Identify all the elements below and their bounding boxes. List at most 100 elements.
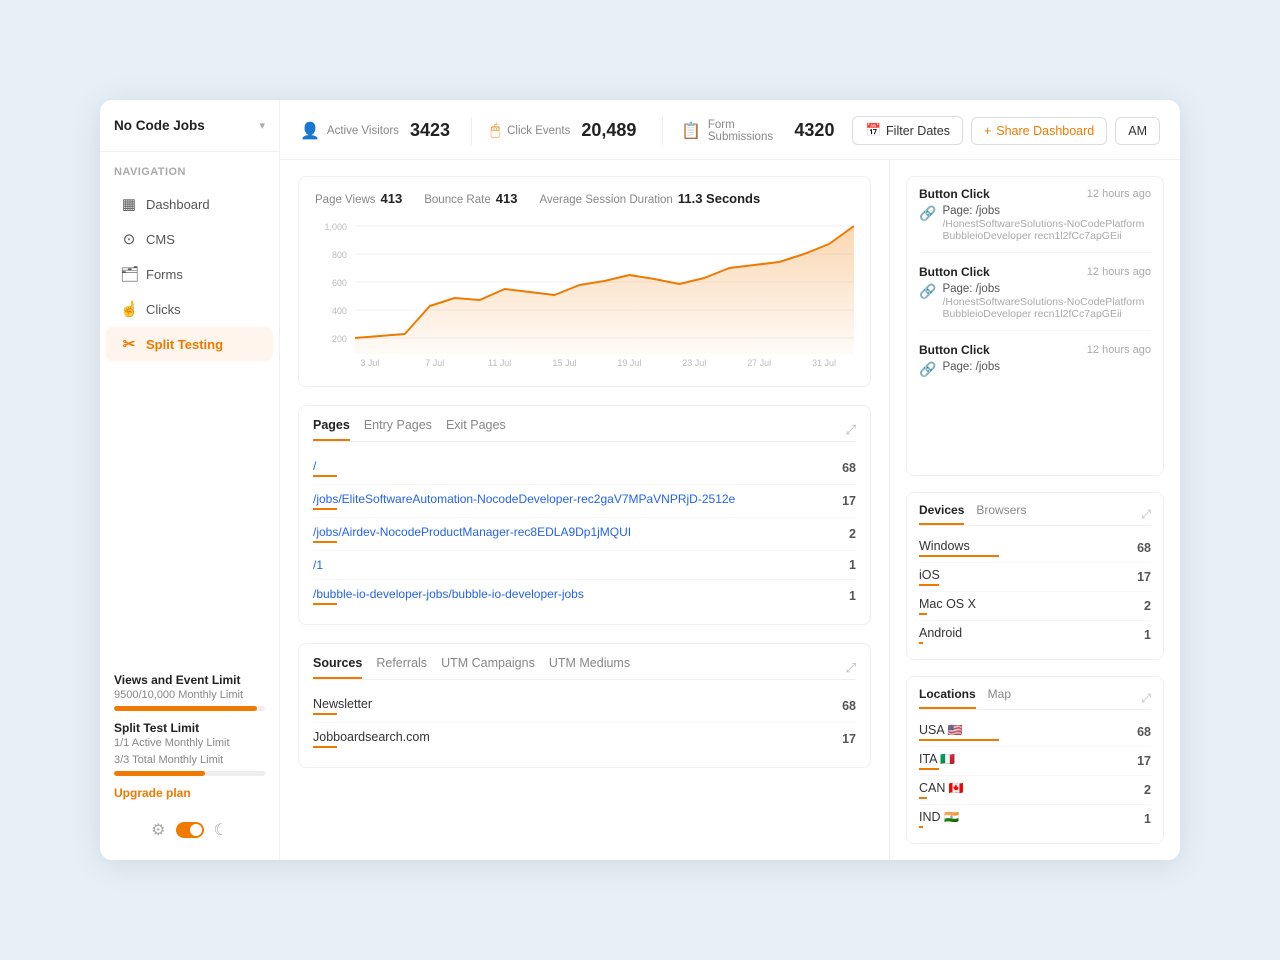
dashboard-icon: ▦ bbox=[120, 195, 138, 213]
sources-section-tabs: Sources Referrals UTM Campaigns UTM Medi… bbox=[313, 656, 856, 680]
page-link[interactable]: / bbox=[313, 459, 316, 473]
locations-table: USA 🇺🇸 68 ITA 🇮🇹 17 bbox=[919, 718, 1151, 833]
device-bar bbox=[919, 584, 939, 586]
event-time: 12 hours ago bbox=[1087, 188, 1151, 200]
brand-name: No Code Jobs bbox=[114, 118, 205, 133]
device-bar bbox=[919, 642, 923, 644]
sidebar-item-clicks[interactable]: ☝ Clicks bbox=[106, 292, 273, 326]
location-label: ITA 🇮🇹 bbox=[919, 752, 955, 766]
expand-icon[interactable]: ⤢ bbox=[846, 660, 856, 676]
expand-icon[interactable]: ⤢ bbox=[1141, 507, 1151, 522]
tab-exit-pages[interactable]: Exit Pages bbox=[446, 418, 506, 441]
device-label: Windows bbox=[919, 539, 970, 553]
moon-icon[interactable]: ☾ bbox=[214, 820, 228, 840]
row-underline bbox=[313, 746, 337, 748]
tab-referrals[interactable]: Referrals bbox=[376, 656, 427, 679]
device-bar bbox=[919, 613, 927, 615]
tab-locations[interactable]: Locations bbox=[919, 687, 976, 709]
location-label: CAN 🇨🇦 bbox=[919, 781, 964, 795]
svg-text:19 Jul: 19 Jul bbox=[617, 358, 641, 368]
tab-sources[interactable]: Sources bbox=[313, 656, 362, 679]
row-underline bbox=[313, 508, 337, 510]
device-count: 1 bbox=[1144, 628, 1151, 642]
table-row: Jobboardsearch.com 17 bbox=[313, 723, 856, 755]
device-count: 2 bbox=[1144, 599, 1151, 613]
device-label: iOS bbox=[919, 568, 940, 582]
stat-active-visitors: 👤 Active Visitors 3423 bbox=[300, 120, 453, 141]
location-bar bbox=[919, 826, 923, 828]
tab-entry-pages[interactable]: Entry Pages bbox=[364, 418, 432, 441]
page-link[interactable]: /bubble-io-developer-jobs/bubble-io-deve… bbox=[313, 587, 584, 601]
location-bar bbox=[919, 768, 939, 770]
page-link[interactable]: /1 bbox=[313, 558, 323, 572]
sidebar-brand[interactable]: No Code Jobs ▾ bbox=[100, 118, 279, 152]
sidebar-item-dashboard[interactable]: ▦ Dashboard bbox=[106, 187, 273, 221]
active-visitors-icon: 👤 bbox=[300, 121, 320, 141]
event-page: Page: /jobs bbox=[942, 205, 1151, 217]
event-title: Button Click bbox=[919, 265, 990, 279]
share-dashboard-button[interactable]: + Share Dashboard bbox=[971, 117, 1107, 145]
row-underline bbox=[313, 475, 337, 477]
flag-ita: 🇮🇹 bbox=[940, 752, 955, 766]
sidebar-bottom-icons: ⚙ ☾ bbox=[100, 812, 279, 844]
filter-dates-button[interactable]: 📅 Filter Dates bbox=[852, 116, 962, 145]
svg-text:1,000: 1,000 bbox=[324, 222, 346, 232]
device-count: 68 bbox=[1137, 541, 1151, 555]
event-icon: 🔗 bbox=[919, 205, 936, 222]
page-link[interactable]: /jobs/Airdev-NocodeProductManager-rec8ED… bbox=[313, 525, 631, 539]
location-count: 1 bbox=[1144, 812, 1151, 826]
device-bar bbox=[919, 555, 999, 557]
chart-svg: 1,000 800 600 400 200 3 Jul 7 Jul 11 Jul… bbox=[315, 216, 854, 376]
chart-stats-row: Page Views 413 Bounce Rate 413 Average S… bbox=[315, 191, 854, 206]
tab-map[interactable]: Map bbox=[988, 687, 1011, 709]
device-label: Android bbox=[919, 626, 962, 640]
svg-text:15 Jul: 15 Jul bbox=[553, 358, 577, 368]
topbar-actions: 📅 Filter Dates + Share Dashboard AM bbox=[852, 116, 1160, 145]
events-section: Button Click 12 hours ago 🔗 Page: /jobs … bbox=[906, 176, 1164, 476]
event-item: Button Click 12 hours ago 🔗 Page: /jobs bbox=[919, 343, 1151, 388]
expand-icon[interactable]: ⤢ bbox=[846, 422, 856, 438]
divider bbox=[662, 117, 663, 145]
pages-table-section: Pages Entry Pages Exit Pages ⤢ / 68 bbox=[298, 405, 871, 625]
sidebar-item-cms[interactable]: ⊙ CMS bbox=[106, 222, 273, 256]
event-item: Button Click 12 hours ago 🔗 Page: /jobs … bbox=[919, 265, 1151, 331]
col-side: Button Click 12 hours ago 🔗 Page: /jobs … bbox=[890, 160, 1180, 860]
event-url: /HonestSoftwareSolutions-NoCodePlatformB… bbox=[942, 218, 1151, 242]
table-row: Newsletter 68 bbox=[313, 690, 856, 723]
sources-table-section: Sources Referrals UTM Campaigns UTM Medi… bbox=[298, 643, 871, 768]
tab-utm-mediums[interactable]: UTM Mediums bbox=[549, 656, 630, 679]
sidebar-item-split-testing[interactable]: ✂ Split Testing bbox=[106, 327, 273, 361]
tab-pages[interactable]: Pages bbox=[313, 418, 350, 441]
app-container: No Code Jobs ▾ Navigation ▦ Dashboard ⊙ … bbox=[100, 100, 1180, 860]
stat-form-submissions: 📋 Form Submissions 4320 bbox=[681, 119, 834, 143]
row-count: 68 bbox=[828, 461, 856, 475]
row-count: 68 bbox=[828, 699, 856, 713]
event-time: 12 hours ago bbox=[1087, 266, 1151, 278]
settings-icon[interactable]: ⚙ bbox=[151, 820, 165, 840]
tab-browsers[interactable]: Browsers bbox=[976, 503, 1026, 525]
col-main: Page Views 413 Bounce Rate 413 Average S… bbox=[280, 160, 890, 860]
tab-utm-campaigns[interactable]: UTM Campaigns bbox=[441, 656, 535, 679]
calendar-icon: 📅 bbox=[865, 123, 881, 138]
expand-icon[interactable]: ⤢ bbox=[1141, 691, 1151, 706]
event-item: Button Click 12 hours ago 🔗 Page: /jobs … bbox=[919, 187, 1151, 253]
click-events-value: 20,489 bbox=[581, 120, 636, 141]
upgrade-link[interactable]: Upgrade plan bbox=[114, 786, 265, 800]
flag-can: 🇨🇦 bbox=[949, 781, 964, 795]
tab-devices[interactable]: Devices bbox=[919, 503, 964, 525]
event-title: Button Click bbox=[919, 343, 990, 357]
theme-toggle[interactable] bbox=[176, 822, 204, 838]
side-row: CAN 🇨🇦 2 bbox=[919, 776, 1151, 805]
split-limit-bar-fill-orange bbox=[114, 771, 205, 776]
flag-ind: 🇮🇳 bbox=[944, 810, 959, 824]
page-link[interactable]: /jobs/EliteSoftwareAutomation-NocodeDeve… bbox=[313, 492, 735, 506]
devices-table: Windows 68 iOS 17 bbox=[919, 534, 1151, 649]
sidebar-limits: Views and Event Limit 9500/10,000 Monthl… bbox=[100, 663, 279, 812]
main-content: 👤 Active Visitors 3423 🖱 Click Events 20… bbox=[280, 100, 1180, 860]
sidebar-item-forms[interactable]: 🗂 Forms bbox=[106, 257, 273, 291]
click-events-icon: 🖱 bbox=[490, 122, 500, 140]
chevron-down-icon: ▾ bbox=[259, 119, 265, 132]
location-bar bbox=[919, 739, 999, 741]
source-name: Newsletter bbox=[313, 697, 372, 711]
am-button[interactable]: AM bbox=[1115, 117, 1160, 145]
